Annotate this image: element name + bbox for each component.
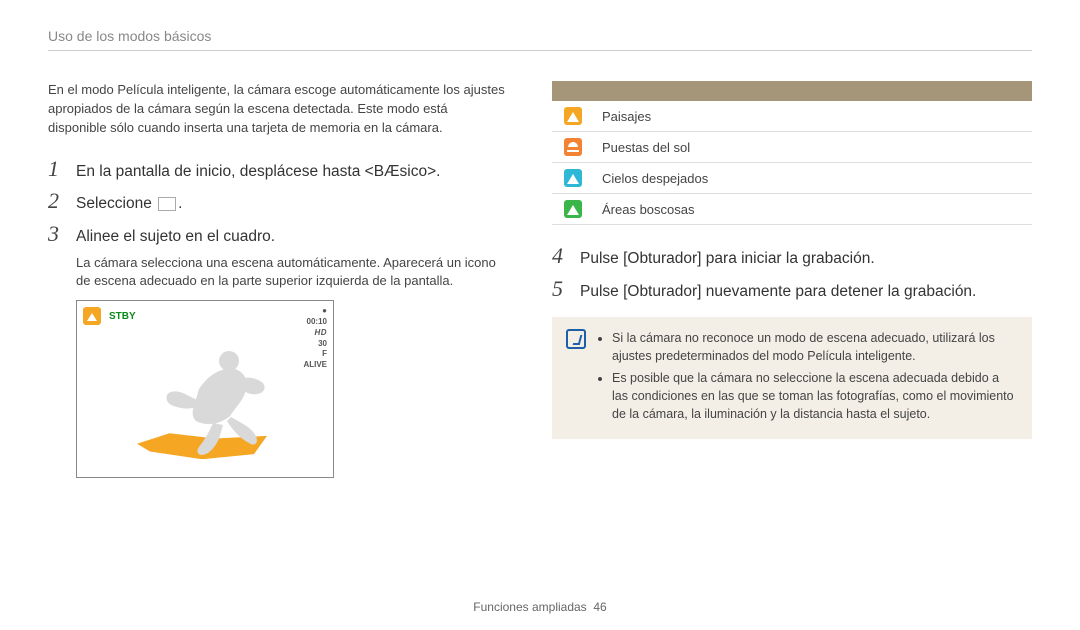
step-number: 2 <box>48 188 64 214</box>
scene-label: Paisajes <box>594 101 1032 132</box>
step-number: 4 <box>552 243 568 269</box>
step-5: 5 Pulse [Obturador] nuevamente para dete… <box>552 276 1032 305</box>
note-icon <box>566 329 586 349</box>
table-header-icon <box>552 81 594 101</box>
step-number: 3 <box>48 221 64 247</box>
table-row: Paisajes <box>552 101 1032 132</box>
hd-badge: HD <box>314 329 327 338</box>
stby-label: STBY <box>109 311 136 322</box>
step-number: 5 <box>552 276 568 302</box>
note-item: Es posible que la cámara no seleccione l… <box>612 369 1018 423</box>
rec-indicator: ● <box>322 307 327 316</box>
scene-label: Puestas del sol <box>594 132 1032 163</box>
table-row: Áreas boscosas <box>552 194 1032 225</box>
footer-section: Funciones ampliadas <box>473 600 586 614</box>
scene-label: Áreas boscosas <box>594 194 1032 225</box>
scene-label: Cielos despejados <box>594 163 1032 194</box>
step-3: 3 Alinee el sujeto en el cuadro. <box>48 221 508 250</box>
rec-time: 00:10 <box>307 318 327 327</box>
table-row: Cielos despejados <box>552 163 1032 194</box>
f-label: F <box>322 350 327 359</box>
step-text: Pulse [Obturador] para iniciar la grabac… <box>580 247 875 272</box>
step-3-subtext: La cámara selecciona una escena automáti… <box>76 254 508 290</box>
landscape-icon <box>564 107 582 125</box>
breadcrumb: Uso de los modos básicos <box>48 28 1032 44</box>
divider <box>48 50 1032 51</box>
table-header-label <box>594 81 1032 101</box>
step-1: 1 En la pantalla de inicio, desplácese h… <box>48 156 508 185</box>
step-text: Seleccione . <box>76 192 182 217</box>
step-2: 2 Seleccione . <box>48 188 508 217</box>
clear-sky-icon <box>564 169 582 187</box>
table-row: Puestas del sol <box>552 132 1032 163</box>
step-number: 1 <box>48 156 64 182</box>
forest-icon <box>564 200 582 218</box>
step-text: En la pantalla de inicio, desplácese has… <box>76 160 440 185</box>
camera-screen-illustration: STBY ● 00:10 HD 30 F ALIVE <box>76 300 334 478</box>
skater-silhouette <box>141 331 281 471</box>
page-footer: Funciones ampliadas 46 <box>0 600 1080 614</box>
screen-right-indicators: ● 00:10 HD 30 F ALIVE <box>303 307 327 370</box>
mode-placeholder-icon <box>158 197 176 211</box>
sunset-icon <box>564 138 582 156</box>
alive-label: ALIVE <box>303 361 327 370</box>
intro-paragraph: En el modo Película inteligente, la cáma… <box>48 81 508 138</box>
step-text: Alinee el sujeto en el cuadro. <box>76 225 275 250</box>
note-item: Si la cámara no reconoce un modo de esce… <box>612 329 1018 365</box>
footer-page-number: 46 <box>593 600 606 614</box>
step-4: 4 Pulse [Obturador] para iniciar la grab… <box>552 243 1032 272</box>
note-list: Si la cámara no reconoce un modo de esce… <box>598 329 1018 428</box>
note-box: Si la cámara no reconoce un modo de esce… <box>552 317 1032 440</box>
step-text: Pulse [Obturador] nuevamente para detene… <box>580 280 976 305</box>
scene-chip-icon <box>83 307 101 325</box>
scene-icon-table: Paisajes Puestas del sol Cielos despejad… <box>552 81 1032 225</box>
fps-label: 30 <box>318 340 327 349</box>
